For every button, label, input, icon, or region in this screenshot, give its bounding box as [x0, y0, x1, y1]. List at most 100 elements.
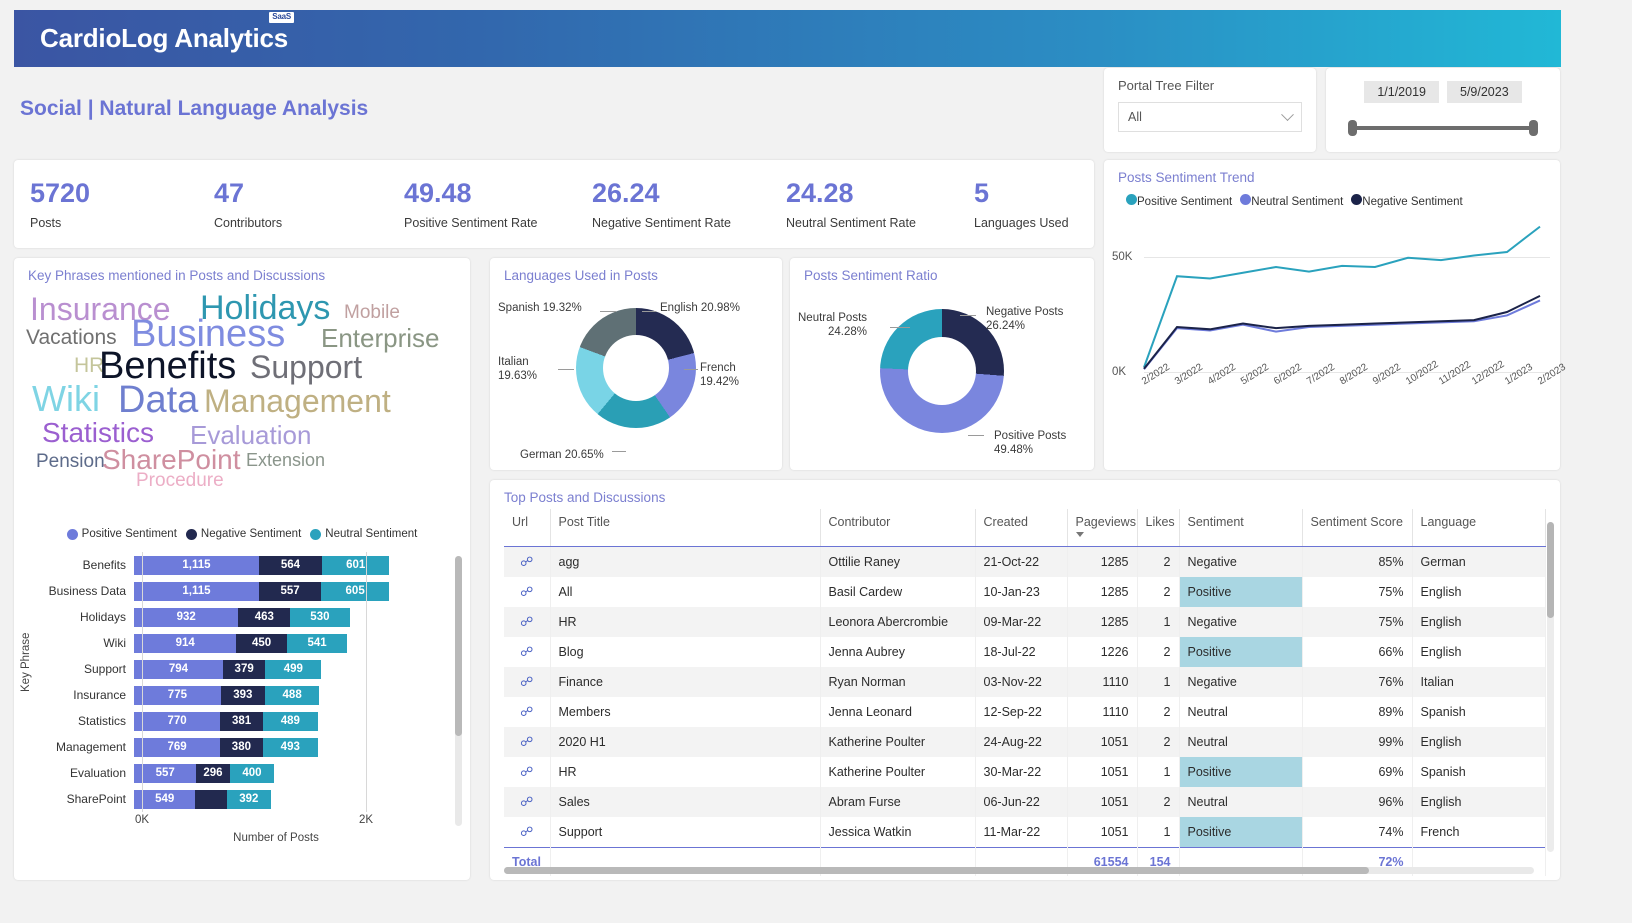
bar-row[interactable]: Statistics 770 381 489 — [22, 708, 470, 734]
table-column-header[interactable]: Pageviews — [1067, 509, 1138, 547]
bar-segment: 296 — [196, 763, 230, 783]
table-row[interactable]: ☍ Sales Abram Furse 06-Jun-22 1051 2 Neutral 96… — [504, 787, 1546, 817]
table-column-header[interactable]: Contributor — [820, 509, 976, 547]
link-icon[interactable]: ☍ — [520, 704, 533, 719]
table-column-header[interactable]: Sentiment Score — [1302, 509, 1413, 547]
slider-handle-start[interactable] — [1348, 120, 1357, 136]
word-cloud-term[interactable]: Management — [204, 385, 391, 417]
url-link-icon[interactable]: ☍ — [504, 787, 551, 817]
table-row[interactable]: ☍ Support Jessica Watkin 11-Mar-22 1051 1 Posi… — [504, 817, 1546, 848]
link-icon[interactable]: ☍ — [520, 614, 533, 629]
date-range-slider[interactable] — [1348, 120, 1538, 136]
column-header-label: Created — [983, 515, 1028, 529]
languages-donut-panel: Languages Used in Posts English 20.98% Fr… — [490, 258, 782, 470]
contributor-cell: Jessica Watkin — [820, 817, 976, 848]
table-row[interactable]: ☍ Blog Jenna Aubrey 18-Jul-22 1226 2 Positive 6… — [504, 637, 1546, 667]
table-row[interactable]: ☍ 2020 H1 Katherine Poulter 24-Aug-22 1051 2 N… — [504, 727, 1546, 757]
bar-segment: 499 — [265, 659, 322, 679]
url-link-icon[interactable]: ☍ — [504, 727, 551, 757]
table-row[interactable]: ☍ All Basil Cardew 10-Jan-23 1285 2 Positive 75… — [504, 577, 1546, 607]
link-icon[interactable]: ☍ — [520, 644, 533, 659]
link-icon[interactable]: ☍ — [520, 584, 533, 599]
table-column-header[interactable]: Language — [1412, 509, 1546, 547]
kpi-label: Negative Sentiment Rate — [592, 216, 731, 230]
url-link-icon[interactable]: ☍ — [504, 546, 551, 577]
app-logo: CardioLog Analytics SaaS — [40, 12, 295, 54]
word-cloud-term[interactable]: Pension — [36, 452, 105, 471]
date-end-field[interactable]: 5/9/2023 — [1447, 81, 1522, 103]
bar-category-label: Holidays — [79, 610, 126, 624]
bar-row[interactable]: Management 769 380 493 — [22, 734, 470, 760]
table-column-header[interactable]: Sentiment — [1179, 509, 1303, 547]
url-link-icon[interactable]: ☍ — [504, 757, 551, 787]
pageviews-cell: 1226 — [1067, 637, 1138, 667]
date-start-field[interactable]: 1/1/2019 — [1364, 81, 1439, 103]
bar-row[interactable]: Support 794 379 499 — [22, 656, 470, 682]
table-row[interactable]: ☍ HR Leonora Abercrombie 09-Mar-22 1285 1 Nega… — [504, 607, 1546, 637]
likes-cell: 2 — [1137, 637, 1180, 667]
url-link-icon[interactable]: ☍ — [504, 667, 551, 697]
created-cell: 12-Sep-22 — [975, 697, 1068, 727]
url-link-icon[interactable]: ☍ — [504, 697, 551, 727]
pageviews-cell: 1110 — [1067, 667, 1138, 697]
bar-row[interactable]: Benefits 1,115 564 601 — [22, 552, 470, 578]
link-icon[interactable]: ☍ — [520, 764, 533, 779]
link-icon[interactable]: ☍ — [520, 554, 533, 569]
legend-item[interactable]: Positive Sentiment — [1126, 194, 1232, 208]
bar-row[interactable]: Holidays 932 463 530 — [22, 604, 470, 630]
table-row[interactable]: ☍ agg Ottilie Raney 21-Oct-22 1285 2 Negative 8… — [504, 546, 1546, 577]
slider-handle-end[interactable] — [1529, 120, 1538, 136]
table-row[interactable]: ☍ Members Jenna Leonard 12-Sep-22 1110 2 Neutr… — [504, 697, 1546, 727]
word-cloud-term[interactable]: Statistics — [42, 419, 154, 447]
contributor-cell: Jenna Leonard — [820, 697, 976, 727]
word-cloud-term[interactable]: Procedure — [136, 471, 224, 490]
language-cell: Italian — [1412, 667, 1546, 697]
url-link-icon[interactable]: ☍ — [504, 607, 551, 637]
donut-slice-label: Neutral Posts 24.28% — [798, 312, 868, 339]
scrollbar-thumb[interactable] — [504, 867, 1370, 874]
bar-row[interactable]: Wiki 914 450 541 — [22, 630, 470, 656]
legend-item[interactable]: Negative Sentiment — [185, 528, 301, 540]
scrollbar-thumb[interactable] — [455, 556, 462, 736]
donut-ring[interactable] — [576, 308, 696, 428]
table-vertical-scrollbar[interactable] — [1547, 522, 1554, 852]
word-cloud-term[interactable]: Mobile — [344, 303, 400, 322]
legend-item[interactable]: Neutral Sentiment — [1240, 194, 1343, 208]
link-icon[interactable]: ☍ — [520, 734, 533, 749]
word-cloud-term[interactable]: Wiki — [32, 381, 100, 417]
kpi-value: 49.48 — [404, 178, 472, 208]
bar-segment: 393 — [220, 685, 265, 705]
link-icon[interactable]: ☍ — [520, 794, 533, 809]
url-link-icon[interactable]: ☍ — [504, 817, 551, 848]
table-row[interactable]: ☍ HR Katherine Poulter 30-Mar-22 1051 1 Positi… — [504, 757, 1546, 787]
portal-filter-select[interactable]: All — [1118, 102, 1302, 132]
created-cell: 10-Jan-23 — [975, 577, 1068, 607]
bar-row[interactable]: Evaluation 557 296 400 — [22, 760, 470, 786]
table-row[interactable]: ☍ Finance Ryan Norman 03-Nov-22 1110 1 Negativ… — [504, 667, 1546, 697]
table-column-header[interactable]: Url — [504, 509, 551, 547]
donut-hole — [603, 335, 669, 401]
scrollbar-thumb[interactable] — [1547, 522, 1554, 618]
link-icon[interactable]: ☍ — [520, 824, 533, 839]
post-title-cell: HR — [550, 757, 821, 787]
word-cloud-term[interactable]: Enterprise — [321, 325, 440, 351]
table-horizontal-scrollbar[interactable] — [504, 867, 1534, 874]
word-cloud-term[interactable]: Data — [118, 381, 198, 419]
legend-item[interactable]: Positive Sentiment — [66, 528, 177, 540]
word-cloud-term[interactable]: Support — [250, 351, 362, 383]
table-column-header[interactable]: Likes — [1137, 509, 1180, 547]
key-phrase-bar-chart: Key Phrase Benefits 1,115 564 601 Business D… — [14, 552, 470, 862]
link-icon[interactable]: ☍ — [520, 674, 533, 689]
legend-item[interactable]: Negative Sentiment — [1351, 194, 1463, 208]
bar-row[interactable]: SharePoint 549 392 — [22, 786, 470, 812]
table-column-header[interactable]: Post Title — [550, 509, 821, 547]
word-cloud-term[interactable]: Extension — [246, 451, 325, 469]
bar-row[interactable]: Business Data 1,115 557 605 — [22, 578, 470, 604]
bar-row[interactable]: Insurance 775 393 488 — [22, 682, 470, 708]
legend-item[interactable]: Neutral Sentiment — [310, 528, 417, 540]
url-link-icon[interactable]: ☍ — [504, 637, 551, 667]
bar-chart-scrollbar[interactable] — [455, 556, 462, 826]
table-column-header[interactable]: Created — [975, 509, 1068, 547]
post-title-cell: Members — [550, 697, 821, 727]
url-link-icon[interactable]: ☍ — [504, 577, 551, 607]
